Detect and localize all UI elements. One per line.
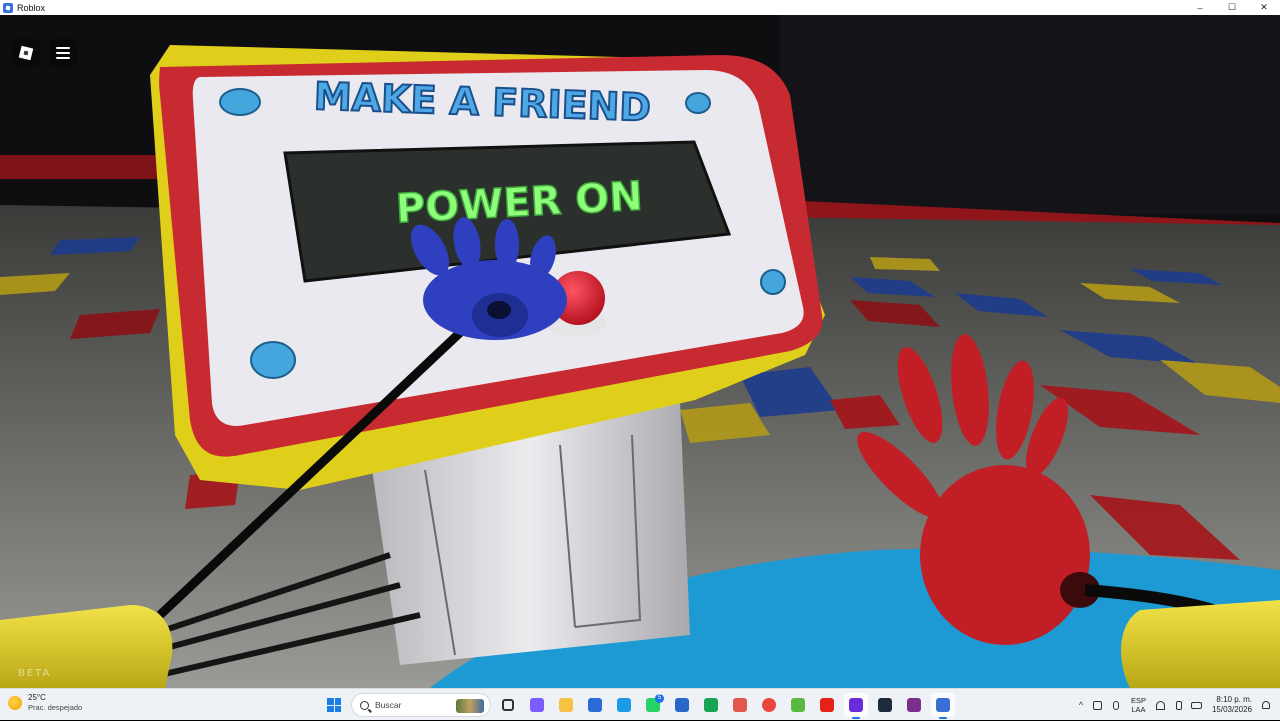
start-button[interactable] (322, 693, 346, 717)
microphone-tray-icon[interactable] (1107, 696, 1125, 714)
roblox-app-icon (3, 2, 13, 13)
taskbar-app-excel-green[interactable] (699, 693, 723, 717)
taskbar-app-file-explorer[interactable] (554, 693, 578, 717)
title-bar[interactable]: Roblox – ☐ ✕ (0, 0, 1280, 15)
grabpack-tube-right (1120, 600, 1280, 688)
file-explorer-icon (559, 698, 573, 712)
minimize-button[interactable]: – (1184, 0, 1216, 15)
lang-bottom: LAA (1131, 705, 1146, 714)
game-scene: MAKE A FRIEND POWER ON (0, 15, 1280, 688)
roblox-icon (936, 698, 950, 712)
task-view-icon (502, 699, 514, 711)
paint-icon (733, 698, 747, 712)
taskbar-app-paint[interactable] (728, 693, 752, 717)
taskbar-app-vegas[interactable] (844, 693, 868, 719)
taskbar-app-youtube[interactable] (815, 693, 839, 717)
youtube-icon (820, 698, 834, 712)
clock[interactable]: 8:10 p. m. 15/03/2026 (1212, 695, 1252, 715)
battery-icon[interactable] (1188, 696, 1206, 714)
language-indicator[interactable]: ESP LAA (1131, 696, 1146, 714)
taskbar-app-outlook[interactable] (670, 693, 694, 717)
panel-screw (760, 269, 786, 295)
taskbar-search[interactable]: Buscar (351, 693, 491, 717)
store-icon (588, 698, 602, 712)
panel-screw (219, 88, 261, 116)
taskbar-app-store[interactable] (583, 693, 607, 717)
network-tray-icon[interactable] (1089, 696, 1107, 714)
search-placeholder: Buscar (375, 700, 402, 710)
taskbar-app-chrome[interactable] (757, 693, 781, 717)
weather-desc: Prac. despejado (28, 703, 83, 712)
copilot-icon (530, 698, 544, 712)
roblox-logo-icon[interactable] (12, 39, 40, 67)
show-hidden-icons-chevron-icon[interactable]: ^ (1073, 700, 1089, 710)
maximize-button[interactable]: ☐ (1216, 0, 1248, 15)
utorrent-icon (791, 698, 805, 712)
close-button[interactable]: ✕ (1248, 0, 1280, 15)
weather-temp: 25°C (28, 693, 46, 702)
outlook-icon (675, 698, 689, 712)
clock-date: 15/03/2026 (1211, 705, 1252, 714)
taskbar-app-edge[interactable] (612, 693, 636, 717)
taskbar-app-task-view[interactable] (496, 693, 520, 717)
search-highlight-icon (456, 699, 484, 713)
back-wall-panel (780, 15, 1280, 215)
edge-icon (617, 698, 631, 712)
notification-badge: 5 (655, 694, 664, 703)
taskbar-app-whatsapp[interactable]: 5 (641, 693, 665, 717)
chrome-icon (762, 698, 776, 712)
weather-widget[interactable]: 25°C Prac. despejado (8, 693, 82, 713)
panel-screw (250, 341, 296, 379)
hamburger-menu-icon[interactable] (49, 39, 77, 67)
capcut-icon (878, 698, 892, 712)
red-wall-trim-left (0, 155, 160, 179)
weather-sun-icon (8, 696, 22, 710)
lang-top: ESP (1130, 696, 1146, 705)
volume-icon[interactable] (1170, 696, 1188, 714)
taskbar-app-utorrent[interactable] (786, 693, 810, 717)
taskbar-app-winrar[interactable] (902, 693, 926, 717)
clock-time: 8:10 p. m. (1216, 695, 1252, 704)
taskbar: 25°C Prac. despejado Buscar 5 ^ ESP LAA … (0, 688, 1280, 720)
window-title: Roblox (17, 2, 46, 13)
vegas-icon (849, 698, 863, 712)
winrar-icon (907, 698, 921, 712)
system-tray: ^ ESP LAA 8:10 p. m. 15/03/2026 (1073, 689, 1280, 721)
search-icon (360, 700, 369, 710)
beta-label: BETA (18, 668, 52, 679)
excel-green-icon (704, 698, 718, 712)
roblox-window: Roblox – ☐ ✕ MAKE A FRIEND POWER ON BETA (0, 0, 1280, 688)
game-viewport[interactable]: MAKE A FRIEND POWER ON BETA (0, 15, 1280, 688)
panel-screw (685, 92, 711, 114)
taskbar-app-copilot[interactable] (525, 693, 549, 717)
taskbar-app-roblox[interactable] (931, 693, 955, 719)
windows-icon (327, 698, 341, 712)
wifi-icon[interactable] (1152, 696, 1170, 714)
taskbar-app-capcut[interactable] (873, 693, 897, 717)
notification-bell-icon[interactable] (1258, 696, 1274, 714)
